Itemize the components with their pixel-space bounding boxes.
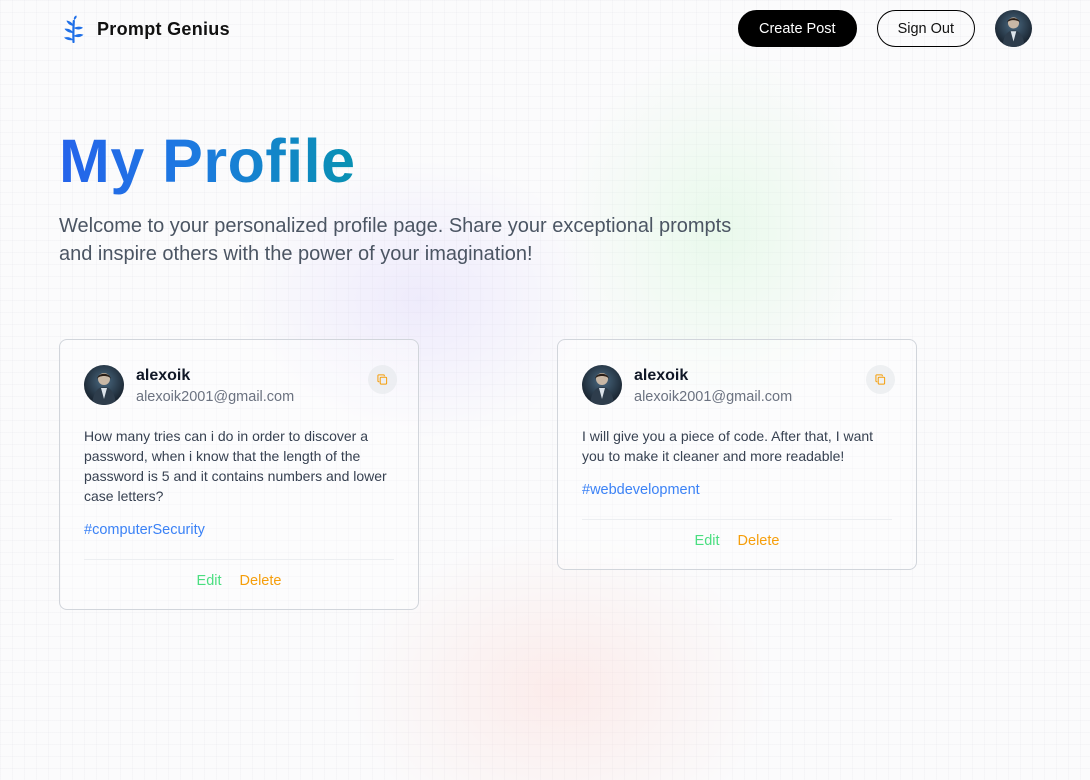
copy-button[interactable] (368, 365, 397, 394)
card-prompt-text: I will give you a piece of code. After t… (582, 428, 874, 464)
brand-name: Prompt Genius (97, 18, 230, 39)
card-email: alexoik2001@gmail.com (136, 389, 295, 405)
prompt-card: alexoik alexoik2001@gmail.com How many t… (59, 339, 419, 610)
page-title: My Profile (59, 127, 356, 195)
card-tag[interactable]: #webdevelopment (582, 482, 700, 498)
delete-button[interactable]: Delete (240, 573, 282, 589)
prompt-card: alexoik alexoik2001@gmail.com I will giv… (557, 339, 917, 570)
card-user-info: alexoik alexoik2001@gmail.com (634, 366, 792, 406)
copy-button[interactable] (866, 365, 895, 394)
copy-icon (377, 374, 388, 385)
profile-avatar[interactable] (995, 10, 1032, 47)
logo-icon (64, 15, 84, 43)
card-prompt-text: How many tries can i do in order to disc… (84, 428, 387, 504)
card-header: alexoik alexoik2001@gmail.com (84, 365, 397, 407)
user-avatar[interactable] (84, 365, 124, 405)
card-username[interactable]: alexoik (136, 366, 294, 385)
card-user-info: alexoik alexoik2001@gmail.com (136, 366, 294, 406)
nav-actions: Create Post Sign Out (738, 10, 1032, 47)
user-avatar[interactable] (582, 365, 622, 405)
card-email: alexoik2001@gmail.com (634, 389, 793, 405)
page-description: Welcome to your personalized profile pag… (59, 215, 732, 265)
brand-link[interactable]: Prompt Genius (61, 15, 230, 43)
delete-button[interactable]: Delete (738, 533, 780, 549)
card-username[interactable]: alexoik (634, 366, 792, 385)
copy-icon (875, 374, 886, 385)
card-header: alexoik alexoik2001@gmail.com (582, 365, 895, 407)
top-nav: Prompt Genius Create Post Sign Out (0, 0, 1090, 58)
edit-button[interactable]: Edit (197, 573, 222, 589)
card-actions: Edit Delete (84, 559, 394, 589)
card-tag[interactable]: #computerSecurity (84, 522, 205, 538)
sign-out-button[interactable]: Sign Out (876, 10, 975, 47)
create-post-button[interactable]: Create Post (738, 10, 857, 47)
edit-button[interactable]: Edit (695, 533, 720, 549)
card-actions: Edit Delete (582, 519, 892, 549)
